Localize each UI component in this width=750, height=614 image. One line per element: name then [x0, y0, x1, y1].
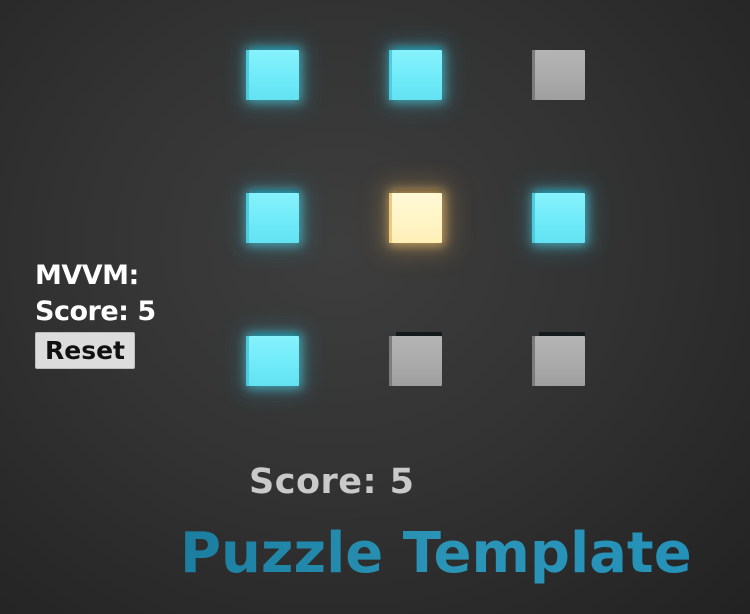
mvvm-panel: MVVM: Score: 5 Reset	[35, 258, 156, 369]
score-display: Score: 5	[249, 462, 415, 502]
puzzle-block[interactable]	[532, 189, 585, 243]
block-face	[392, 336, 442, 386]
block-face	[392, 50, 442, 100]
puzzle-block[interactable]	[246, 46, 299, 100]
puzzle-block[interactable]	[389, 332, 442, 386]
mvvm-score-label: Score: 5	[35, 296, 156, 327]
game-title: Puzzle Template	[180, 521, 692, 586]
reset-button[interactable]: Reset	[35, 332, 135, 369]
block-face	[535, 50, 585, 100]
block-face	[392, 193, 442, 243]
block-face	[535, 193, 585, 243]
puzzle-block[interactable]	[532, 332, 585, 386]
block-face	[249, 50, 299, 100]
puzzle-block[interactable]	[246, 332, 299, 386]
block-face	[535, 336, 585, 386]
puzzle-block[interactable]	[389, 46, 442, 100]
game-viewport: MVVM: Score: 5 Reset Score: 5 Puzzle Tem…	[0, 0, 750, 614]
block-face	[249, 193, 299, 243]
puzzle-block[interactable]	[246, 189, 299, 243]
mvvm-heading: MVVM:	[35, 260, 139, 291]
puzzle-block[interactable]	[532, 50, 585, 100]
puzzle-block[interactable]	[389, 189, 442, 243]
block-face	[249, 336, 299, 386]
